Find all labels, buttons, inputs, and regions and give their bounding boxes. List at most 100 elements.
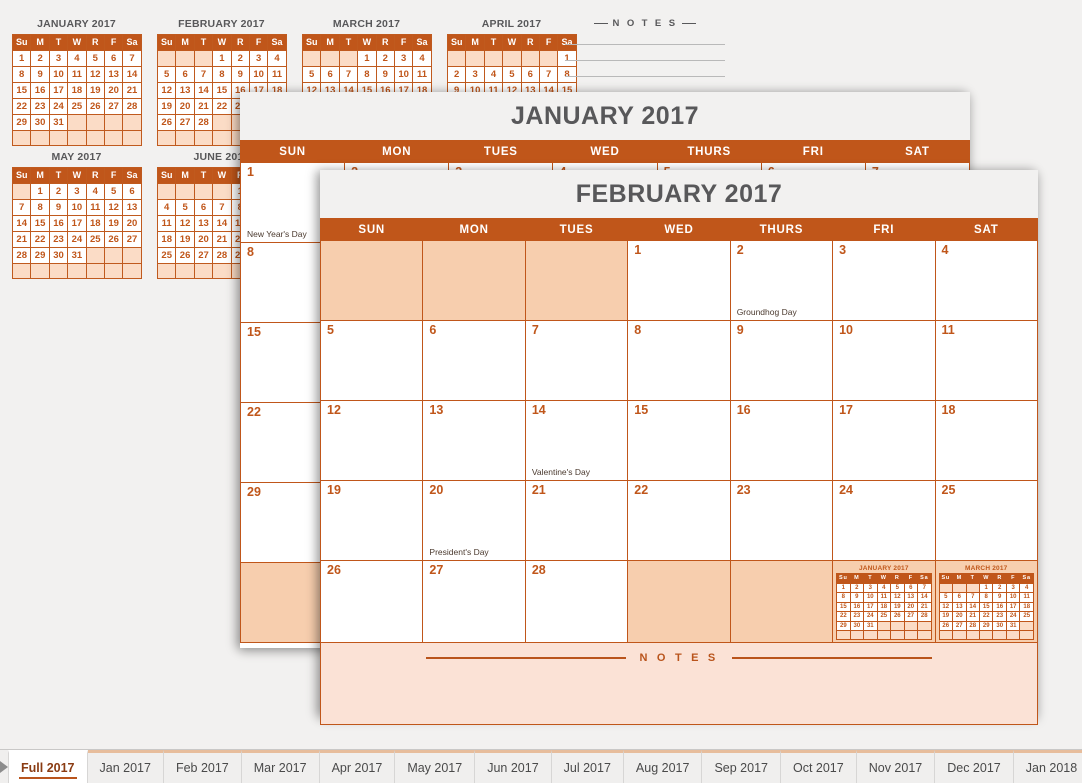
mini-day-cell[interactable] (520, 50, 540, 67)
sheet-tab-sep-2017[interactable]: Sep 2017 (702, 750, 781, 783)
notes-row[interactable]: N O T E S (320, 641, 1038, 725)
mini-day-cell[interactable]: 20 (175, 98, 195, 115)
day-cell[interactable]: 12 (319, 400, 424, 481)
embedded-day-cell[interactable]: 26 (890, 611, 905, 622)
day-cell[interactable]: 3 (832, 240, 936, 321)
embedded-day-cell[interactable]: 15 (836, 601, 851, 612)
embedded-day-cell[interactable]: 17 (863, 601, 878, 612)
notes-line[interactable] (565, 61, 725, 77)
mini-day-cell[interactable] (193, 183, 214, 200)
embedded-day-cell[interactable] (849, 630, 865, 640)
mini-day-cell[interactable]: 8 (30, 199, 50, 216)
mini-day-cell[interactable] (212, 130, 232, 146)
mini-day-cell[interactable] (103, 247, 124, 264)
embedded-day-cell[interactable]: 5 (890, 582, 905, 593)
mini-day-cell[interactable]: 28 (212, 247, 232, 264)
day-cell[interactable]: 22 (627, 480, 731, 561)
day-cell[interactable]: 19 (319, 480, 424, 561)
embedded-day-cell[interactable]: 12 (938, 601, 954, 612)
full-sheet-notes-block[interactable]: N O T E S (565, 18, 725, 93)
mini-day-cell[interactable]: 19 (103, 215, 124, 232)
embedded-day-cell[interactable] (836, 630, 851, 640)
mini-day-cell[interactable]: 13 (175, 82, 195, 99)
embedded-day-cell[interactable]: 25 (1019, 611, 1034, 622)
embedded-day-cell[interactable]: 2 (992, 582, 1007, 593)
embedded-day-cell[interactable]: 6 (951, 592, 967, 603)
embedded-day-cell[interactable]: 13 (951, 601, 967, 612)
notes-line[interactable] (565, 29, 725, 45)
mini-day-cell[interactable]: 27 (175, 114, 195, 131)
embedded-day-cell[interactable]: 11 (1019, 592, 1034, 603)
embedded-day-cell[interactable]: 27 (903, 611, 919, 622)
day-cell[interactable]: 13 (422, 400, 526, 481)
day-cell[interactable]: 7 (524, 320, 629, 401)
mini-day-cell[interactable]: 3 (248, 50, 269, 67)
mini-day-cell[interactable]: 27 (122, 231, 142, 248)
embedded-day-cell[interactable]: 9 (849, 592, 865, 603)
mini-day-cell[interactable] (175, 130, 195, 146)
embedded-day-cell[interactable] (938, 582, 954, 593)
mini-day-cell[interactable] (301, 50, 322, 67)
embedded-day-cell[interactable] (951, 630, 967, 640)
mini-day-cell[interactable] (212, 114, 232, 131)
day-cell[interactable]: 23 (729, 480, 834, 561)
sheet-tab-mar-2017[interactable]: Mar 2017 (241, 750, 320, 783)
mini-day-cell[interactable] (11, 263, 32, 279)
mini-day-cell[interactable]: 2 (48, 183, 69, 200)
embedded-day-cell[interactable]: 22 (836, 611, 851, 622)
mini-day-cell[interactable]: 26 (156, 114, 177, 131)
mini-day-cell[interactable]: 8 (11, 66, 32, 83)
mini-day-cell[interactable]: 29 (30, 247, 50, 264)
mini-day-cell[interactable] (193, 50, 214, 67)
mini-day-cell[interactable] (11, 183, 32, 200)
embedded-day-cell[interactable]: 17 (1005, 601, 1021, 612)
sheet-tab-jan-2017[interactable]: Jan 2017 (87, 750, 164, 783)
mini-day-cell[interactable]: 6 (320, 66, 340, 83)
mini-day-cell[interactable]: 2 (375, 50, 395, 67)
mini-day-cell[interactable]: 30 (48, 247, 69, 264)
mini-day-cell[interactable]: 21 (122, 82, 142, 99)
mini-day-cell[interactable]: 4 (483, 66, 504, 83)
mini-day-cell[interactable]: 12 (103, 199, 124, 216)
mini-day-cell[interactable] (85, 263, 105, 279)
mini-calendar-grid[interactable]: SuMTWRFSa1234567891011121314151617181920… (11, 34, 142, 146)
mini-day-cell[interactable]: 15 (11, 82, 32, 99)
embedded-day-cell[interactable] (992, 630, 1007, 640)
day-cell[interactable]: 9 (729, 320, 834, 401)
embedded-day-cell[interactable] (876, 630, 892, 640)
february-2017-sheet-window[interactable]: FEBRUARY 2017 SUN MON TUES WED THURS FRI SAT 1 2… (319, 170, 1039, 725)
embedded-day-cell[interactable]: 14 (917, 592, 932, 603)
mini-day-cell[interactable]: 26 (175, 247, 195, 264)
mini-day-cell[interactable] (67, 263, 87, 279)
mini-day-cell[interactable]: 7 (338, 66, 359, 83)
mini-day-cell[interactable] (175, 263, 195, 279)
day-cell[interactable]: 27 (422, 560, 526, 643)
day-cell[interactable]: 26 (319, 560, 424, 643)
mini-day-cell[interactable]: 13 (122, 199, 142, 216)
mini-day-cell[interactable]: 1 (11, 50, 32, 67)
mini-day-cell[interactable] (122, 130, 142, 146)
mini-day-cell[interactable]: 12 (175, 215, 195, 232)
mini-day-cell[interactable]: 21 (212, 231, 232, 248)
mini-day-cell[interactable]: 8 (357, 66, 377, 83)
mini-day-cell[interactable]: 28 (11, 247, 32, 264)
mini-day-cell[interactable] (122, 247, 142, 264)
embedded-day-cell[interactable]: 4 (1019, 582, 1034, 593)
mini-day-cell[interactable]: 13 (193, 215, 214, 232)
sheet-tab-apr-2017[interactable]: Apr 2017 (319, 750, 396, 783)
notes-line[interactable] (565, 45, 725, 61)
day-cell[interactable] (422, 240, 526, 321)
mini-day-cell[interactable] (502, 50, 522, 67)
embedded-day-cell[interactable] (1005, 630, 1021, 640)
mini-day-cell[interactable] (30, 263, 50, 279)
mini-day-cell[interactable]: 3 (393, 50, 414, 67)
mini-day-cell[interactable]: 4 (412, 50, 432, 67)
mini-day-cell[interactable]: 19 (156, 98, 177, 115)
embedded-day-cell[interactable]: 31 (1005, 620, 1021, 631)
embedded-day-cell[interactable]: 23 (849, 611, 865, 622)
mini-day-cell[interactable]: 22 (30, 231, 50, 248)
embedded-day-cell[interactable] (965, 630, 981, 640)
mini-day-cell[interactable]: 10 (393, 66, 414, 83)
embedded-day-cell[interactable]: 20 (903, 601, 919, 612)
mini-day-cell[interactable]: 27 (193, 247, 214, 264)
